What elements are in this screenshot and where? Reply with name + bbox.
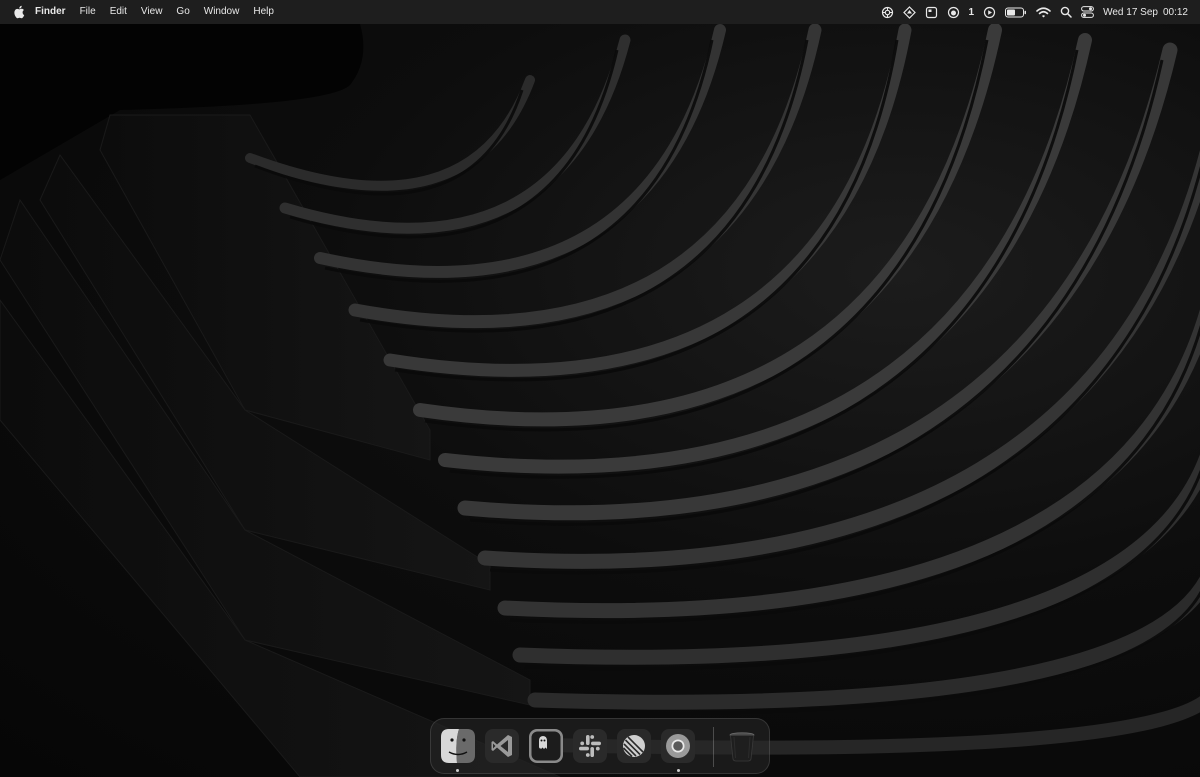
notification-count[interactable]: 1 xyxy=(969,0,975,24)
dock-ghostty[interactable] xyxy=(529,729,563,763)
menu-bar-left: Finder File Edit View Go Window Help xyxy=(0,0,281,24)
window-icon[interactable] xyxy=(925,0,938,24)
wifi-icon[interactable] xyxy=(1036,0,1051,24)
wallpaper xyxy=(0,23,1200,777)
trash-icon xyxy=(729,732,755,762)
time-label: 00:12 xyxy=(1162,6,1188,18)
focus-icon[interactable] xyxy=(947,0,960,24)
menu-bar: Finder File Edit View Go Window Help 1 W… xyxy=(0,0,1200,24)
vscode-icon xyxy=(485,729,519,763)
date-label: Wed 17 Sep xyxy=(1103,6,1158,18)
date-time[interactable]: Wed 17 Sep 00:12 xyxy=(1103,0,1188,24)
dock-chrome[interactable] xyxy=(661,729,695,763)
dock-slack[interactable] xyxy=(573,729,607,763)
finder-icon xyxy=(441,729,475,763)
dock-vscode[interactable] xyxy=(485,729,519,763)
play-circle-icon[interactable] xyxy=(983,0,996,24)
dock-divider xyxy=(713,727,714,767)
battery-icon[interactable] xyxy=(1005,0,1027,24)
dock-finder[interactable] xyxy=(441,729,475,763)
menu-file[interactable]: File xyxy=(73,0,103,24)
slack-icon xyxy=(573,729,607,763)
running-indicator xyxy=(456,769,459,772)
chrome-icon xyxy=(661,729,695,763)
control-center-icon[interactable] xyxy=(1081,0,1095,24)
apple-logo-icon[interactable] xyxy=(12,0,26,24)
linear-icon xyxy=(617,729,651,763)
openai-icon[interactable] xyxy=(881,0,894,24)
navigation-arrow-icon[interactable] xyxy=(902,0,916,24)
menu-app-name[interactable]: Finder xyxy=(26,0,73,24)
dock-linear[interactable] xyxy=(617,729,651,763)
dock xyxy=(430,718,770,774)
dock-trash[interactable] xyxy=(725,729,759,763)
menu-go[interactable]: Go xyxy=(169,0,196,24)
menu-bar-right: 1 Wed 17 Sep 00:12 xyxy=(872,0,1200,24)
desktop: Finder File Edit View Go Window Help 1 W… xyxy=(0,0,1200,777)
search-icon[interactable] xyxy=(1060,0,1072,24)
ghost-terminal-icon xyxy=(529,729,563,763)
menu-window[interactable]: Window xyxy=(197,0,247,24)
menu-edit[interactable]: Edit xyxy=(103,0,134,24)
menu-view[interactable]: View xyxy=(134,0,170,24)
menu-help[interactable]: Help xyxy=(246,0,281,24)
running-indicator xyxy=(677,769,680,772)
